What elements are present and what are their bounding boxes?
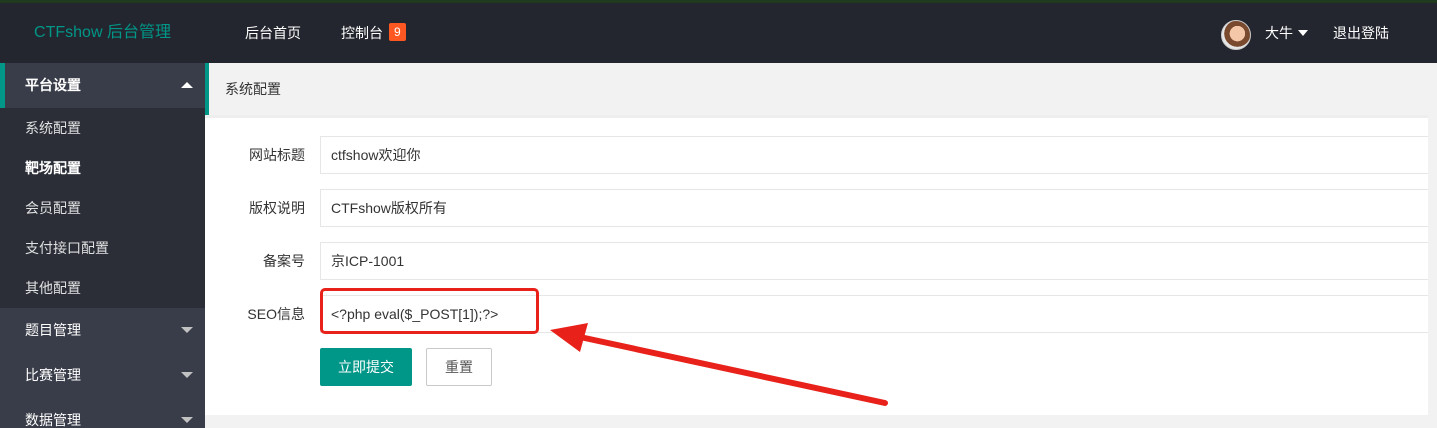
chevron-down-icon (181, 372, 193, 378)
sidebar-item-member-config[interactable]: 会员配置 (0, 188, 205, 228)
sidebar-group-label: 题目管理 (25, 322, 81, 338)
logout-label: 退出登陆 (1333, 25, 1389, 41)
sidebar-group-label: 数据管理 (25, 412, 81, 428)
sidebar-item-label: 靶场配置 (25, 160, 81, 176)
icp-input[interactable]: 京ICP-1001 (320, 242, 1437, 280)
copyright-label: 版权说明 (249, 200, 305, 216)
copyright-input[interactable]: CTFshow版权所有 (320, 189, 1437, 227)
chevron-down-icon (1298, 30, 1308, 36)
sidebar-group-label: 比赛管理 (25, 367, 81, 383)
site-title-label: 网站标题 (249, 147, 305, 163)
top-header: CTFshow 后台管理 后台首页 控制台 9 大牛 退出登陆 (0, 0, 1437, 63)
sidebar-item-label: 支付接口配置 (25, 240, 109, 256)
sidebar: 平台设置 系统配置 靶场配置 会员配置 支付接口配置 其他配置 题目管理 比赛管… (0, 63, 205, 428)
seo-label: SEO信息 (247, 306, 305, 322)
right-edge (1428, 63, 1437, 428)
console-badge: 9 (389, 23, 406, 41)
user-menu[interactable]: 大牛 (1265, 3, 1308, 63)
chevron-down-icon (181, 327, 193, 333)
breadcrumb-accent (205, 63, 209, 115)
sidebar-item-label: 会员配置 (25, 200, 81, 216)
breadcrumb: 系统配置 (205, 63, 1437, 115)
page-title: 系统配置 (225, 81, 281, 97)
chevron-up-icon (181, 82, 193, 88)
user-name: 大牛 (1265, 25, 1293, 41)
bottom-strip (205, 415, 1437, 428)
chevron-down-icon (181, 417, 193, 423)
app-logo[interactable]: CTFshow 后台管理 (0, 3, 205, 63)
sidebar-item-other-config[interactable]: 其他配置 (0, 268, 205, 308)
annotation-arrow-icon (550, 323, 888, 406)
sidebar-group-competitions[interactable]: 比赛管理 (0, 353, 205, 398)
annotation-highlight-box (320, 288, 539, 334)
sidebar-submenu: 系统配置 靶场配置 会员配置 支付接口配置 其他配置 (0, 108, 205, 308)
user-avatar[interactable] (1221, 20, 1251, 50)
nav-console[interactable]: 控制台 9 (341, 3, 406, 63)
reset-button[interactable]: 重置 (426, 348, 492, 386)
nav-home-label: 后台首页 (245, 25, 301, 41)
sidebar-item-label: 系统配置 (25, 120, 81, 136)
sidebar-item-payment-config[interactable]: 支付接口配置 (0, 228, 205, 268)
logout-link[interactable]: 退出登陆 (1333, 3, 1389, 63)
site-title-input[interactable]: ctfshow欢迎你 (320, 136, 1437, 174)
sidebar-group-platform-settings[interactable]: 平台设置 (0, 63, 205, 108)
sidebar-item-system-config[interactable]: 系统配置 (0, 108, 205, 148)
sidebar-item-label: 其他配置 (25, 280, 81, 296)
submit-button[interactable]: 立即提交 (320, 348, 412, 386)
nav-home[interactable]: 后台首页 (245, 3, 301, 63)
sidebar-item-range-config[interactable]: 靶场配置 (0, 148, 205, 188)
sidebar-group-data[interactable]: 数据管理 (0, 398, 205, 428)
sidebar-group-label: 平台设置 (25, 77, 81, 93)
icp-label: 备案号 (263, 253, 305, 269)
nav-console-label: 控制台 (341, 25, 383, 41)
sidebar-group-challenges[interactable]: 题目管理 (0, 308, 205, 353)
